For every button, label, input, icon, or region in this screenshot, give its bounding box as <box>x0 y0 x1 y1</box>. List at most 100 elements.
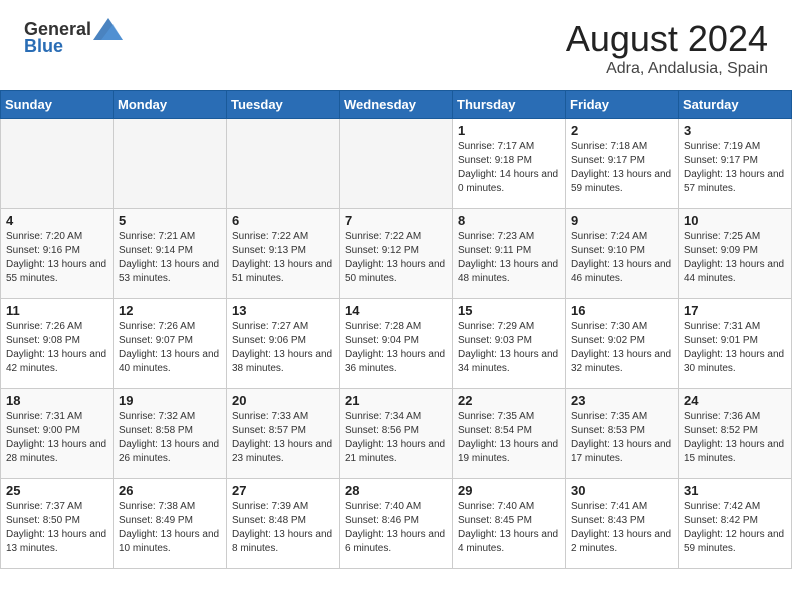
day-info: Sunrise: 7:40 AM Sunset: 8:46 PM Dayligh… <box>345 500 447 556</box>
day-number: 16 <box>571 303 673 318</box>
calendar-cell: 29 Sunrise: 7:40 AM Sunset: 8:45 PM Dayl… <box>453 479 566 569</box>
day-number: 2 <box>571 123 673 138</box>
day-number: 6 <box>232 213 334 228</box>
day-number: 15 <box>458 303 560 318</box>
calendar-cell <box>227 119 340 209</box>
day-number: 28 <box>345 483 447 498</box>
day-info: Sunrise: 7:21 AM Sunset: 9:14 PM Dayligh… <box>119 230 221 286</box>
calendar-cell: 22 Sunrise: 7:35 AM Sunset: 8:54 PM Dayl… <box>453 389 566 479</box>
day-info: Sunrise: 7:39 AM Sunset: 8:48 PM Dayligh… <box>232 500 334 556</box>
calendar-cell: 6 Sunrise: 7:22 AM Sunset: 9:13 PM Dayli… <box>227 209 340 299</box>
calendar-cell: 24 Sunrise: 7:36 AM Sunset: 8:52 PM Dayl… <box>679 389 792 479</box>
day-info: Sunrise: 7:20 AM Sunset: 9:16 PM Dayligh… <box>6 230 108 286</box>
calendar-cell: 16 Sunrise: 7:30 AM Sunset: 9:02 PM Dayl… <box>566 299 679 389</box>
day-info: Sunrise: 7:35 AM Sunset: 8:54 PM Dayligh… <box>458 410 560 466</box>
calendar-cell: 8 Sunrise: 7:23 AM Sunset: 9:11 PM Dayli… <box>453 209 566 299</box>
calendar-cell: 25 Sunrise: 7:37 AM Sunset: 8:50 PM Dayl… <box>1 479 114 569</box>
logo-icon <box>93 18 123 40</box>
day-info: Sunrise: 7:38 AM Sunset: 8:49 PM Dayligh… <box>119 500 221 556</box>
calendar-cell: 15 Sunrise: 7:29 AM Sunset: 9:03 PM Dayl… <box>453 299 566 389</box>
day-info: Sunrise: 7:31 AM Sunset: 9:00 PM Dayligh… <box>6 410 108 466</box>
day-number: 10 <box>684 213 786 228</box>
weekday-header-sunday: Sunday <box>1 91 114 119</box>
logo-blue-text: Blue <box>24 36 63 57</box>
day-info: Sunrise: 7:19 AM Sunset: 9:17 PM Dayligh… <box>684 140 786 196</box>
day-info: Sunrise: 7:30 AM Sunset: 9:02 PM Dayligh… <box>571 320 673 376</box>
month-year-title: August 2024 <box>566 18 768 60</box>
calendar-week-3: 18 Sunrise: 7:31 AM Sunset: 9:00 PM Dayl… <box>1 389 792 479</box>
calendar-cell <box>340 119 453 209</box>
day-info: Sunrise: 7:27 AM Sunset: 9:06 PM Dayligh… <box>232 320 334 376</box>
day-number: 3 <box>684 123 786 138</box>
calendar-cell <box>114 119 227 209</box>
day-number: 18 <box>6 393 108 408</box>
day-info: Sunrise: 7:24 AM Sunset: 9:10 PM Dayligh… <box>571 230 673 286</box>
calendar-cell: 13 Sunrise: 7:27 AM Sunset: 9:06 PM Dayl… <box>227 299 340 389</box>
calendar-week-4: 25 Sunrise: 7:37 AM Sunset: 8:50 PM Dayl… <box>1 479 792 569</box>
calendar-cell: 2 Sunrise: 7:18 AM Sunset: 9:17 PM Dayli… <box>566 119 679 209</box>
day-info: Sunrise: 7:34 AM Sunset: 8:56 PM Dayligh… <box>345 410 447 466</box>
title-block: August 2024 Adra, Andalusia, Spain <box>566 18 768 78</box>
day-info: Sunrise: 7:18 AM Sunset: 9:17 PM Dayligh… <box>571 140 673 196</box>
day-info: Sunrise: 7:41 AM Sunset: 8:43 PM Dayligh… <box>571 500 673 556</box>
calendar-cell: 31 Sunrise: 7:42 AM Sunset: 8:42 PM Dayl… <box>679 479 792 569</box>
weekday-header-tuesday: Tuesday <box>227 91 340 119</box>
calendar-cell <box>1 119 114 209</box>
day-number: 11 <box>6 303 108 318</box>
day-number: 9 <box>571 213 673 228</box>
day-info: Sunrise: 7:29 AM Sunset: 9:03 PM Dayligh… <box>458 320 560 376</box>
day-info: Sunrise: 7:26 AM Sunset: 9:07 PM Dayligh… <box>119 320 221 376</box>
day-info: Sunrise: 7:33 AM Sunset: 8:57 PM Dayligh… <box>232 410 334 466</box>
calendar-cell: 5 Sunrise: 7:21 AM Sunset: 9:14 PM Dayli… <box>114 209 227 299</box>
calendar-cell: 19 Sunrise: 7:32 AM Sunset: 8:58 PM Dayl… <box>114 389 227 479</box>
day-number: 22 <box>458 393 560 408</box>
weekday-header-monday: Monday <box>114 91 227 119</box>
day-info: Sunrise: 7:32 AM Sunset: 8:58 PM Dayligh… <box>119 410 221 466</box>
calendar-week-0: 1 Sunrise: 7:17 AM Sunset: 9:18 PM Dayli… <box>1 119 792 209</box>
day-number: 12 <box>119 303 221 318</box>
day-number: 19 <box>119 393 221 408</box>
calendar-cell: 7 Sunrise: 7:22 AM Sunset: 9:12 PM Dayli… <box>340 209 453 299</box>
calendar-cell: 12 Sunrise: 7:26 AM Sunset: 9:07 PM Dayl… <box>114 299 227 389</box>
calendar-cell: 26 Sunrise: 7:38 AM Sunset: 8:49 PM Dayl… <box>114 479 227 569</box>
calendar-cell: 4 Sunrise: 7:20 AM Sunset: 9:16 PM Dayli… <box>1 209 114 299</box>
day-info: Sunrise: 7:22 AM Sunset: 9:12 PM Dayligh… <box>345 230 447 286</box>
calendar-cell: 28 Sunrise: 7:40 AM Sunset: 8:46 PM Dayl… <box>340 479 453 569</box>
day-number: 13 <box>232 303 334 318</box>
day-info: Sunrise: 7:25 AM Sunset: 9:09 PM Dayligh… <box>684 230 786 286</box>
day-number: 1 <box>458 123 560 138</box>
day-number: 21 <box>345 393 447 408</box>
logo: General Blue <box>24 18 123 57</box>
calendar-cell: 27 Sunrise: 7:39 AM Sunset: 8:48 PM Dayl… <box>227 479 340 569</box>
day-info: Sunrise: 7:23 AM Sunset: 9:11 PM Dayligh… <box>458 230 560 286</box>
calendar-cell: 30 Sunrise: 7:41 AM Sunset: 8:43 PM Dayl… <box>566 479 679 569</box>
day-number: 5 <box>119 213 221 228</box>
calendar-cell: 9 Sunrise: 7:24 AM Sunset: 9:10 PM Dayli… <box>566 209 679 299</box>
calendar-cell: 11 Sunrise: 7:26 AM Sunset: 9:08 PM Dayl… <box>1 299 114 389</box>
day-number: 31 <box>684 483 786 498</box>
day-info: Sunrise: 7:35 AM Sunset: 8:53 PM Dayligh… <box>571 410 673 466</box>
day-number: 26 <box>119 483 221 498</box>
location-subtitle: Adra, Andalusia, Spain <box>566 60 768 78</box>
calendar-cell: 10 Sunrise: 7:25 AM Sunset: 9:09 PM Dayl… <box>679 209 792 299</box>
day-info: Sunrise: 7:42 AM Sunset: 8:42 PM Dayligh… <box>684 500 786 556</box>
calendar-cell: 14 Sunrise: 7:28 AM Sunset: 9:04 PM Dayl… <box>340 299 453 389</box>
calendar-week-2: 11 Sunrise: 7:26 AM Sunset: 9:08 PM Dayl… <box>1 299 792 389</box>
day-number: 23 <box>571 393 673 408</box>
day-info: Sunrise: 7:40 AM Sunset: 8:45 PM Dayligh… <box>458 500 560 556</box>
day-number: 8 <box>458 213 560 228</box>
weekday-header-row: SundayMondayTuesdayWednesdayThursdayFrid… <box>1 91 792 119</box>
day-number: 24 <box>684 393 786 408</box>
day-info: Sunrise: 7:36 AM Sunset: 8:52 PM Dayligh… <box>684 410 786 466</box>
weekday-header-thursday: Thursday <box>453 91 566 119</box>
weekday-header-saturday: Saturday <box>679 91 792 119</box>
calendar-cell: 23 Sunrise: 7:35 AM Sunset: 8:53 PM Dayl… <box>566 389 679 479</box>
page-header: General Blue August 2024 Adra, Andalusia… <box>0 0 792 86</box>
day-number: 17 <box>684 303 786 318</box>
day-number: 30 <box>571 483 673 498</box>
day-info: Sunrise: 7:26 AM Sunset: 9:08 PM Dayligh… <box>6 320 108 376</box>
calendar-cell: 20 Sunrise: 7:33 AM Sunset: 8:57 PM Dayl… <box>227 389 340 479</box>
day-number: 4 <box>6 213 108 228</box>
day-info: Sunrise: 7:31 AM Sunset: 9:01 PM Dayligh… <box>684 320 786 376</box>
day-info: Sunrise: 7:22 AM Sunset: 9:13 PM Dayligh… <box>232 230 334 286</box>
